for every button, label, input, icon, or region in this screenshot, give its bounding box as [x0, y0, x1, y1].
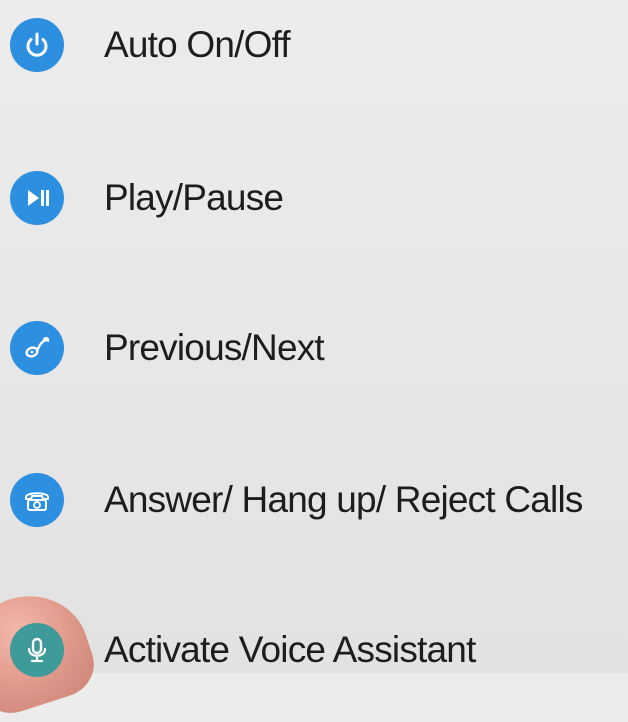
feature-label: Previous/Next	[104, 327, 325, 368]
feature-icon-circle	[10, 623, 64, 677]
power-icon	[21, 29, 53, 61]
feature-label: Play/Pause	[104, 177, 284, 218]
play-pause-icon	[21, 182, 53, 214]
feature-icon-circle	[10, 321, 64, 375]
feature-label: Activate Voice Assistant	[104, 629, 476, 670]
feature-item-auto-on-off: Auto On/Off	[10, 15, 291, 75]
feature-item-answer-hang-up-reject: Answer/ Hang up/ Reject Calls	[10, 470, 583, 530]
feature-label: Answer/ Hang up/ Reject Calls	[104, 479, 583, 520]
feature-item-previous-next: Previous/Next	[10, 318, 325, 378]
microphone-icon	[21, 634, 53, 666]
telephone-icon	[21, 484, 53, 516]
feature-item-voice-assistant: Activate Voice Assistant	[10, 620, 476, 680]
feature-icon-circle	[10, 18, 64, 72]
music-note-icon	[21, 332, 53, 364]
feature-icon-circle	[10, 473, 64, 527]
feature-list: Auto On/Off Play/Pause Previous/Next Ans…	[0, 0, 628, 722]
feature-item-play-pause: Play/Pause	[10, 168, 284, 228]
feature-icon-circle	[10, 171, 64, 225]
feature-label: Auto On/Off	[104, 24, 291, 65]
